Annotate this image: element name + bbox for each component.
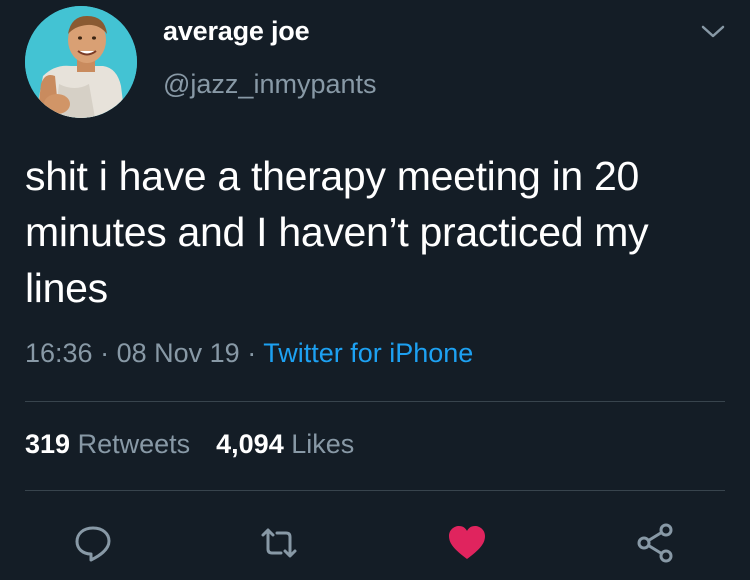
share-button[interactable] [633, 521, 677, 565]
tweet-card: average joe @jazz_inmypants shit i have … [0, 0, 750, 580]
share-nodes-icon [637, 523, 673, 563]
reply-button[interactable] [71, 521, 115, 565]
divider [25, 401, 725, 402]
retweets-count: 319 [25, 429, 71, 459]
tweet-time: 16:36 [25, 338, 93, 368]
chevron-down-icon[interactable] [699, 22, 727, 42]
retweet-button[interactable] [257, 521, 301, 565]
divider [25, 490, 725, 491]
heart-icon [449, 526, 485, 559]
tweet-date: 08 Nov 19 [116, 338, 240, 368]
likes-count: 4,094 [216, 429, 284, 459]
meta-separator: · [247, 338, 257, 368]
tweet-source-link[interactable]: Twitter for iPhone [263, 338, 473, 368]
likes-stat[interactable]: 4,094 Likes [216, 429, 354, 459]
retweet-arrows-icon [261, 528, 297, 558]
user-display-name[interactable]: average joe [163, 16, 310, 47]
avatar-photo [25, 6, 137, 118]
tweet-stats: 319 Retweets 4,094 Likes [25, 429, 354, 460]
likes-label: Likes [291, 429, 355, 459]
like-button[interactable] [445, 521, 489, 565]
tweet-text: shit i have a therapy meeting in 20 minu… [25, 153, 649, 311]
meta-separator: · [100, 338, 110, 368]
retweets-stat[interactable]: 319 Retweets [25, 429, 190, 459]
user-handle[interactable]: @jazz_inmypants [163, 69, 377, 100]
user-avatar[interactable] [25, 6, 137, 118]
speech-bubble-icon [75, 526, 111, 562]
tweet-meta: 16:36 · 08 Nov 19 · Twitter for iPhone [25, 338, 473, 369]
retweets-label: Retweets [77, 429, 191, 459]
